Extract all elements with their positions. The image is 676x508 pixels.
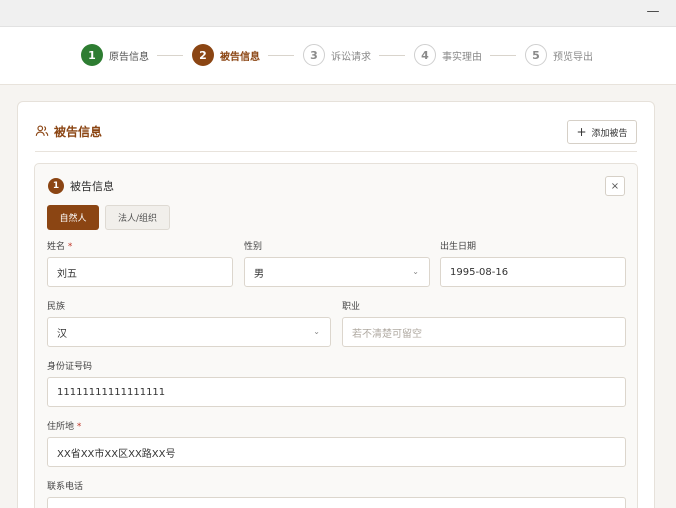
step-claims[interactable]: 3 诉讼请求 xyxy=(303,44,371,66)
close-icon: × xyxy=(610,180,620,192)
occupation-input[interactable]: 若不清楚可留空 xyxy=(342,317,626,347)
id-number-label: 身份证号码 xyxy=(47,362,93,372)
step-connector xyxy=(379,55,405,56)
step-plaintiff[interactable]: 1 原告信息 xyxy=(81,44,149,66)
tab-natural-person[interactable]: 自然人 xyxy=(47,205,99,230)
ethnicity-label: 民族 xyxy=(47,302,66,312)
chevron-down-icon: ⌄ xyxy=(412,267,419,276)
progress-stepper: 1 原告信息 2 被告信息 3 诉讼请求 4 事实理由 5 预览导出 xyxy=(0,27,676,85)
required-mark: * xyxy=(67,242,73,252)
step-connector xyxy=(157,55,183,56)
ethnicity-value: 汉 xyxy=(57,328,67,340)
address-input[interactable]: XX省XX市XX区XX路XX号 xyxy=(47,437,626,467)
step-number: 3 xyxy=(303,44,325,66)
tab-legal-entity[interactable]: 法人/组织 xyxy=(105,205,170,230)
address-label: 住所地 * xyxy=(47,422,82,432)
phone-label: 联系电话 xyxy=(47,482,84,492)
step-defendant[interactable]: 2 被告信息 xyxy=(192,44,260,66)
section-title: 被告信息 xyxy=(54,124,103,139)
name-input[interactable]: 刘五 xyxy=(47,257,233,287)
birth-date-label: 出生日期 xyxy=(440,242,477,252)
birth-date-input[interactable]: 1995-08-16 xyxy=(440,257,626,287)
users-icon xyxy=(35,125,49,136)
step-label: 原告信息 xyxy=(109,51,149,63)
id-number-input[interactable]: 11111111111111111 xyxy=(47,377,626,407)
step-preview[interactable]: 5 预览导出 xyxy=(525,44,593,66)
plus-icon: + xyxy=(576,125,587,139)
step-label: 预览导出 xyxy=(553,51,593,63)
step-label: 诉讼请求 xyxy=(331,51,371,63)
add-defendant-button[interactable]: + 添加被告 xyxy=(567,120,637,144)
step-connector xyxy=(490,55,516,56)
chevron-down-icon: ⌄ xyxy=(313,327,320,336)
defendant-form-panel: 1 被告信息 × 自然人 法人/组织 姓名 * 刘五 性别 男 ⌄ 出生日期 1… xyxy=(34,163,638,508)
step-facts[interactable]: 4 事实理由 xyxy=(414,44,482,66)
gender-value: 男 xyxy=(254,268,264,280)
required-mark: * xyxy=(76,422,82,432)
step-number: 5 xyxy=(525,44,547,66)
defendant-form-header: 1 被告信息 xyxy=(48,178,114,194)
occupation-label: 职业 xyxy=(342,302,361,312)
section-header: 被告信息 xyxy=(35,122,102,140)
step-connector xyxy=(268,55,294,56)
gender-label: 性别 xyxy=(244,242,263,252)
window-titlebar: — xyxy=(0,0,676,27)
minimize-button[interactable]: — xyxy=(646,4,660,20)
phone-input[interactable] xyxy=(47,497,626,508)
gender-select[interactable]: 男 ⌄ xyxy=(244,257,430,287)
step-number: 2 xyxy=(192,44,214,66)
add-defendant-label: 添加被告 xyxy=(591,128,628,139)
step-number: 1 xyxy=(81,44,103,66)
defendant-index-badge: 1 xyxy=(48,178,64,194)
defendant-form-title: 被告信息 xyxy=(70,180,114,193)
name-label: 姓名 * xyxy=(47,242,73,252)
remove-defendant-button[interactable]: × xyxy=(605,176,625,196)
ethnicity-select[interactable]: 汉 ⌄ xyxy=(47,317,331,347)
divider xyxy=(35,151,637,152)
step-label: 事实理由 xyxy=(442,51,482,63)
step-label: 被告信息 xyxy=(220,51,260,63)
step-number: 4 xyxy=(414,44,436,66)
